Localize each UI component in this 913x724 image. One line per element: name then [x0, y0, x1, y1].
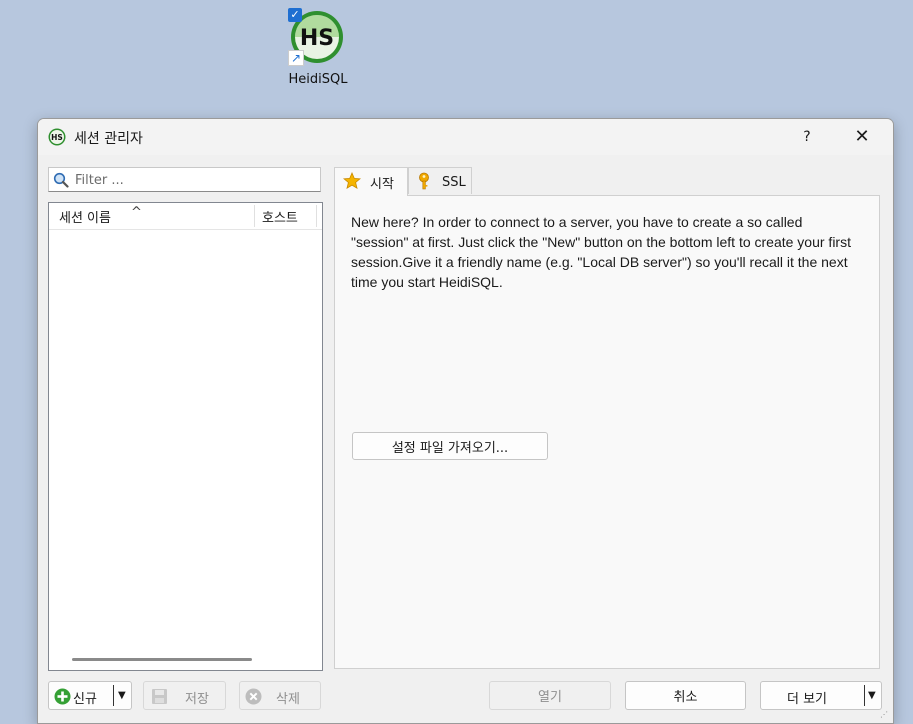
help-button[interactable]: ? [796, 125, 818, 149]
session-list-header: 세션 이름 ^ 호스트 [49, 203, 322, 230]
more-button-label: 더 보기 [787, 692, 828, 707]
split-divider [113, 685, 114, 706]
add-icon [54, 688, 71, 705]
heidisql-desktop-shortcut[interactable]: HS ✓ ↗ HeidiSQL [276, 6, 360, 92]
selection-checkbox[interactable]: ✓ [288, 8, 302, 22]
import-settings-button[interactable]: 설정 파일 가져오기... [352, 432, 548, 460]
star-icon [343, 172, 361, 190]
resize-grip-icon[interactable]: ⋰ [880, 710, 890, 720]
app-icon-text: HS [51, 133, 63, 142]
tab-start[interactable]: 시작 [334, 167, 408, 196]
delete-icon [245, 688, 262, 705]
heidisql-app-icon: HS [48, 128, 66, 146]
filter-field[interactable] [48, 167, 321, 192]
tab-start-label: 시작 [370, 177, 394, 192]
more-button[interactable]: 더 보기 ▼ [760, 681, 882, 710]
delete-button[interactable]: 삭제 [239, 681, 321, 710]
column-divider[interactable] [316, 205, 317, 227]
shortcut-arrow-icon: ↗ [288, 50, 304, 66]
column-divider[interactable] [254, 205, 255, 227]
key-icon [419, 172, 429, 190]
tab-ssl-label: SSL [442, 175, 466, 190]
dropdown-arrow-icon[interactable]: ▼ [118, 690, 126, 701]
save-icon [152, 689, 167, 704]
open-button[interactable]: 열기 [489, 681, 611, 710]
filter-input[interactable] [73, 170, 317, 191]
start-tab-panel: New here? In order to connect to a serve… [334, 195, 880, 669]
session-manager-dialog: HS 세션 관리자 ? ✕ 세션 이름 ^ 호스트 시작 [37, 118, 894, 724]
delete-button-label: 삭제 [276, 692, 300, 707]
welcome-message: New here? In order to connect to a serve… [351, 214, 851, 290]
new-button-label: 신규 [73, 692, 97, 707]
dialog-title: 세션 관리자 [74, 131, 143, 147]
save-button-label: 저장 [185, 692, 209, 707]
column-session-name[interactable]: 세션 이름 [59, 207, 111, 226]
cancel-button[interactable]: 취소 [625, 681, 746, 710]
sort-ascending-icon: ^ [131, 205, 142, 220]
tab-ssl[interactable]: SSL [408, 167, 472, 194]
close-button[interactable]: ✕ [850, 123, 874, 151]
column-host[interactable]: 호스트 [262, 207, 298, 226]
search-icon [53, 172, 69, 188]
session-list[interactable]: 세션 이름 ^ 호스트 [48, 202, 323, 671]
split-divider [864, 685, 865, 706]
new-session-button[interactable]: 신규 ▼ [48, 681, 132, 710]
desktop-icon-label: HeidiSQL [288, 72, 348, 87]
save-button[interactable]: 저장 [143, 681, 226, 710]
heidisql-logo-text: HS [300, 26, 334, 51]
horizontal-scrollbar[interactable] [72, 658, 252, 661]
dropdown-arrow-icon[interactable]: ▼ [868, 690, 876, 701]
title-bar: HS 세션 관리자 ? ✕ [38, 119, 893, 155]
